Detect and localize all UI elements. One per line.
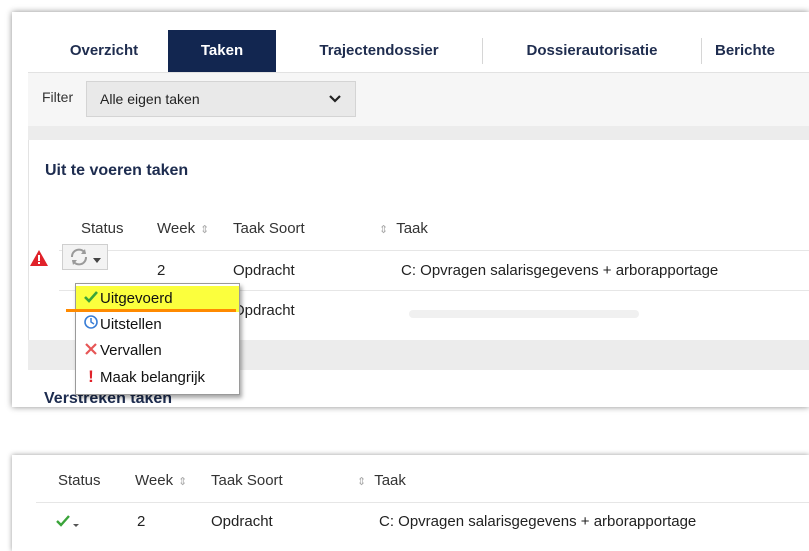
column-header-status[interactable]: Status <box>81 220 124 237</box>
menu-item-label: Maak belangrijk <box>100 369 206 386</box>
menu-item-maak-belangrijk[interactable]: ! Maak belangrijk <box>76 364 239 390</box>
refresh-icon <box>69 248 89 271</box>
check-icon[interactable] <box>56 515 80 534</box>
column-header-soort[interactable]: Taak Soort <box>233 220 305 237</box>
highlight-underline <box>66 309 236 312</box>
tab-taken[interactable]: Taken <box>168 30 276 72</box>
tab-trajectendossier[interactable]: Trajectendossier <box>276 30 482 72</box>
obscured-task-text <box>409 310 639 318</box>
chevron-down-icon <box>93 252 101 270</box>
cross-icon <box>82 338 100 364</box>
column-header-week[interactable]: Week ⇕ <box>157 220 209 237</box>
status-dropdown-button[interactable] <box>62 244 108 270</box>
column-header-taak-label: Taak <box>396 220 428 237</box>
column-header-week-label: Week <box>135 472 174 489</box>
exclamation-icon: ! <box>88 367 94 386</box>
sort-icon: ⇕ <box>178 476 188 488</box>
sort-icon: ⇕ <box>357 476 367 488</box>
column-header-week[interactable]: Week ⇕ <box>135 472 187 489</box>
sort-icon: ⇕ <box>379 224 389 236</box>
row-week: 2 <box>137 513 146 530</box>
row-week: 2 <box>157 262 166 279</box>
column-header-taak-label: Taak <box>374 472 406 489</box>
column-header-week-label: Week <box>157 220 196 237</box>
filter-select[interactable]: Alle eigen taken <box>86 81 356 117</box>
column-header-taak[interactable]: ⇕ Taak <box>357 472 406 489</box>
result-table: Status Week ⇕ Taak Soort ⇕ Taak 2 Opdracht… <box>12 455 809 551</box>
menu-item-uitstellen[interactable]: Uitstellen <box>76 312 239 338</box>
menu-item-vervallen[interactable]: Vervallen <box>76 338 239 364</box>
filter-value: Alle eigen taken <box>100 91 200 107</box>
menu-item-label: Vervallen <box>100 342 162 359</box>
warning-icon <box>30 250 48 266</box>
menu-item-label: Uitgevoerd <box>100 290 173 307</box>
row-soort: Opdracht <box>233 262 295 279</box>
row-taak[interactable]: C: Opvragen salarisgegevens + arborappor… <box>379 513 696 530</box>
tab-berichten[interactable]: Berichte <box>715 30 809 72</box>
column-header-taak[interactable]: ⇕ Taak <box>379 220 428 237</box>
sort-icon: ⇕ <box>200 224 210 236</box>
row-soort: Opdracht <box>233 302 295 319</box>
filter-label: Filter <box>42 89 74 105</box>
row-divider <box>59 250 809 251</box>
tab-dossierautorisatie[interactable]: Dossierautorisatie <box>483 30 701 72</box>
column-header-status[interactable]: Status <box>58 472 101 489</box>
tab-overzicht[interactable]: Overzicht <box>40 30 168 72</box>
filter-bar: Filter Alle eigen taken <box>28 72 809 127</box>
section-gap <box>28 126 809 140</box>
tab-bar: Overzicht Taken Trajectendossier Dossier… <box>12 30 809 72</box>
column-header-soort[interactable]: Taak Soort <box>211 472 283 489</box>
status-menu: Uitgevoerd Uitstellen Vervallen ! Maak be… <box>75 283 240 395</box>
row-divider <box>36 502 809 503</box>
row-soort: Opdracht <box>211 513 273 530</box>
clock-icon <box>82 312 100 338</box>
section-title: Uit te voeren taken <box>45 162 189 179</box>
menu-item-label: Uitstellen <box>100 316 162 333</box>
tab-divider <box>701 38 702 64</box>
row-taak[interactable]: C: Opvragen salarisgegevens + arborappor… <box>401 262 718 279</box>
chevron-down-icon <box>329 82 341 128</box>
